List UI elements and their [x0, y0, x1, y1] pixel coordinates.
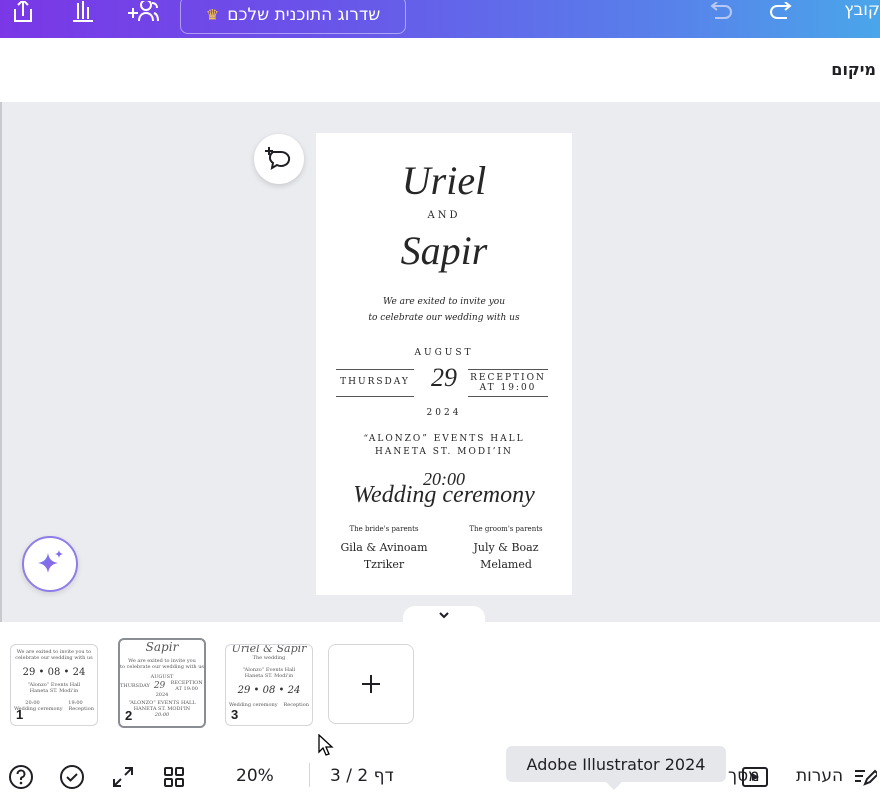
divider-line: [468, 369, 548, 370]
thumb-text: 29: [153, 681, 166, 691]
add-people-icon[interactable]: [126, 0, 160, 24]
share-icon[interactable]: [6, 0, 40, 24]
groom-parents-line-2: Melamed: [480, 558, 532, 571]
thumb-labels: Wedding ceremony Reception: [226, 702, 312, 708]
thumb-date: 29 • 08 • 24: [22, 667, 86, 678]
thumb-text: Reception: [68, 706, 95, 712]
thumb-title: Sapir: [145, 640, 179, 654]
bride-parents-names: Gila & Avinoam Tzriker: [320, 539, 448, 573]
divider-line: [468, 396, 548, 397]
thumb-text: The wedding: [252, 655, 286, 661]
thumb-text: RECEPTION AT 19:00: [170, 680, 203, 692]
thumb-labels: Wedding ceremony Reception: [11, 706, 97, 712]
and-label: AND: [427, 210, 461, 221]
year-label: 2024: [426, 408, 462, 418]
day-number: 29: [431, 363, 457, 392]
invite-text: We are exited to invite you to celebrate…: [316, 294, 572, 326]
bride-parents-line-2: Tzriker: [363, 558, 405, 571]
thumb-date: 29 • 08 • 24: [237, 685, 301, 696]
notes-button[interactable]: הערות: [796, 766, 843, 786]
file-menu[interactable]: קובץ: [840, 0, 880, 22]
groom-parents-label: The groom's parents: [469, 525, 543, 533]
groom-parents-names: July & Boaz Melamed: [442, 539, 570, 573]
page-counter[interactable]: דף 2 / 3: [330, 766, 394, 786]
month-label: AUGUST: [414, 348, 474, 358]
thumb-text: Reception: [283, 702, 310, 708]
upgrade-label: שדרוג התוכנית שלכם: [227, 5, 381, 25]
thumb-text: celebrate our wedding with us: [15, 655, 93, 661]
venue-line-1: “ALONZO” EVENTS HALL: [363, 434, 525, 444]
bride-parents-label: The bride's parents: [349, 525, 419, 533]
mouse-cursor-icon: [318, 734, 334, 756]
weekday-label: THURSDAY: [340, 377, 410, 387]
context-toolbar: מיקום: [0, 38, 880, 102]
thumb-text: Haneta ST. Modi'in: [29, 688, 79, 694]
page-number: 2: [125, 708, 133, 723]
add-page-button[interactable]: [328, 644, 414, 724]
thumb-text: 20:00: [154, 712, 170, 718]
divider: [309, 763, 310, 787]
tooltip: Adobe Illustrator 2024: [506, 746, 726, 790]
divider-line: [336, 396, 414, 397]
bride-name: Sapir: [400, 228, 488, 273]
bride-parents-line-1: Gila & Avinoam: [340, 541, 428, 554]
sparkle-icon: [38, 550, 63, 573]
thumb-text: to celebrate our wedding with us: [120, 664, 204, 670]
plus-icon: [362, 675, 380, 693]
ceremony-label: Wedding ceremony: [353, 482, 535, 508]
thumb-text: 2024: [155, 692, 169, 698]
present-icon[interactable]: [742, 764, 768, 790]
add-comment-icon: [265, 147, 291, 171]
groom-parents-line-1: July & Boaz: [473, 541, 539, 554]
invitation-page[interactable]: Uriel AND Sapir We are exited to invite …: [316, 133, 572, 595]
magic-assistant-button[interactable]: [22, 536, 78, 592]
thumb-title: Uriel & Sapir: [231, 644, 307, 655]
undo-icon[interactable]: [704, 0, 738, 24]
thumb-text: Haneta ST. Modi'in: [244, 673, 294, 679]
check-icon[interactable]: [59, 764, 85, 790]
thumb-text: THURSDAY: [120, 683, 150, 689]
zoom-level[interactable]: 20%: [236, 766, 274, 786]
groom-name: Uriel: [401, 158, 487, 203]
chevron-down-icon: [439, 612, 449, 619]
venue-line-2: HANETA ST. MODI’IN: [375, 447, 513, 457]
upgrade-plan-button[interactable]: שדרוג התוכנית שלכם ♛: [180, 0, 406, 34]
top-toolbar: שדרוג התוכנית שלכם ♛ קובץ: [0, 0, 880, 38]
insights-icon[interactable]: [66, 0, 100, 24]
redo-icon[interactable]: [764, 0, 798, 24]
crown-icon: ♛: [205, 6, 220, 24]
help-icon[interactable]: [8, 764, 34, 790]
page-number: 3: [231, 707, 239, 722]
thumb-date-row: THURSDAY 29 RECEPTION AT 19:00: [120, 680, 204, 692]
page-thumbnail-1[interactable]: We are exited to invite you to celebrate…: [10, 644, 98, 726]
reception-line-1: RECEPTION: [470, 373, 546, 383]
reception-label: RECEPTION AT 19:00: [468, 373, 548, 393]
fullscreen-icon[interactable]: [110, 764, 136, 790]
page-thumbnail-2[interactable]: Sapir We are exited to invite you to cel…: [118, 638, 206, 728]
invite-line-1: We are exited to invite you: [382, 297, 506, 307]
notes-icon[interactable]: [852, 764, 878, 790]
reception-line-2: AT 19:00: [479, 383, 537, 393]
grid-view-icon[interactable]: [161, 764, 187, 790]
position-button[interactable]: מיקום: [831, 60, 876, 79]
venue: “ALONZO” EVENTS HALL HANETA ST. MODI’IN: [316, 433, 572, 459]
divider-line: [336, 369, 414, 370]
page-thumbnail-3[interactable]: Uriel & Sapir The wedding “Alonzo” Event…: [225, 644, 313, 726]
page-number: 1: [16, 707, 24, 722]
add-comment-button[interactable]: [254, 134, 304, 184]
invite-line-2: to celebrate our wedding with us: [368, 313, 520, 323]
